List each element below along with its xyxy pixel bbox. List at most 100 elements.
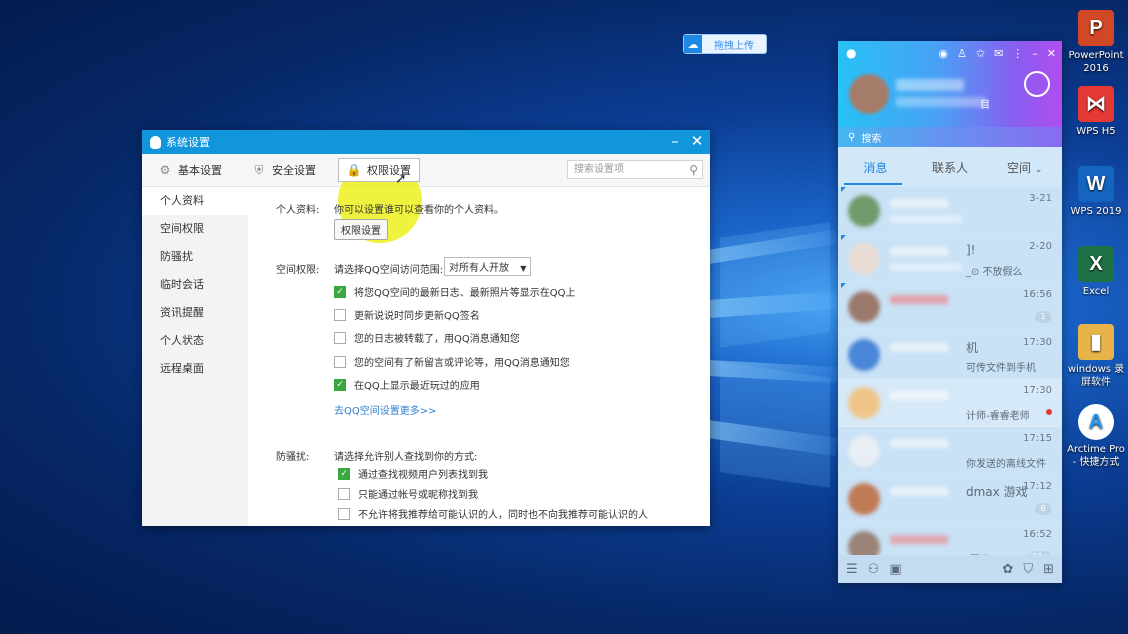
signature-end: 目 <box>980 100 990 111</box>
checkbox-label: 在QQ上显示最近玩过的应用 <box>354 381 480 392</box>
harass-option-checkbox[interactable]: ✓ 通过查找视频用户列表找到我 <box>338 466 488 481</box>
minimize-button[interactable]: – <box>666 132 684 150</box>
shield-icon: ⛨ <box>254 162 264 177</box>
sidebar-item-personal-status[interactable]: 个人状态 <box>142 327 248 355</box>
powerpoint-icon: P <box>1078 10 1114 46</box>
list-item[interactable]: 你发送的离线文件 17:15 <box>838 427 1062 475</box>
drag-upload-label: 拖拽上传 <box>714 40 754 52</box>
desktop-icon-wps-h5[interactable]: ⋈ WPS H5 <box>1066 86 1126 138</box>
space-scope-select[interactable]: 对所有人开放 ▼ <box>444 257 532 276</box>
list-item[interactable]: 16:56 1 <box>838 283 1062 331</box>
tab-messages[interactable]: 消息 <box>838 159 913 176</box>
desktop-icon-wps-2019[interactable]: W WPS 2019 <box>1066 166 1126 218</box>
contact-name-blurred <box>890 343 948 352</box>
settings-content: 个人资料: 你可以设置谁可以查看你的个人资料。 权限设置 空间权限: 请选择QQ… <box>248 187 710 526</box>
mail-icon[interactable]: ✉ <box>994 47 1003 60</box>
avatar <box>848 243 880 275</box>
minimize-button[interactable]: – <box>1032 47 1038 60</box>
list-item[interactable]: dmax 游戏 17:12 6 <box>838 475 1062 523</box>
harass-option-checkbox[interactable]: 不允许将我推荐给可能认识的人，同时也不向我推荐可能认识的人 <box>338 506 648 521</box>
checkbox-unchecked-icon <box>334 355 346 368</box>
settings-search-input[interactable]: 搜索设置项 ⚲ <box>567 160 703 179</box>
apps-grid-icon[interactable]: ⊞ <box>1043 562 1054 577</box>
desktop-icon-screen-recorder[interactable]: ▮ windows 录屏软件 <box>1066 324 1126 389</box>
space-option-checkbox[interactable]: 您的日志被转载了，用QQ消息通知您 <box>334 330 520 345</box>
wps-h5-icon: ⋈ <box>1078 86 1114 122</box>
sidebar-item-news-reminder[interactable]: 资讯提醒 <box>142 299 248 327</box>
camera-icon[interactable]: ◉ <box>938 47 948 60</box>
tab-space[interactable]: 空间 ⌄ <box>987 159 1062 176</box>
excel-icon: X <box>1078 246 1114 282</box>
active-tab-underline <box>844 183 902 185</box>
avatar <box>848 435 880 467</box>
qq-penguin-icon: ● <box>846 46 857 60</box>
desktop-icon-excel[interactable]: X Excel <box>1066 246 1126 298</box>
shirt-icon[interactable]: ♙ <box>957 47 967 60</box>
avatar[interactable] <box>849 74 889 114</box>
pin-marker <box>841 283 846 288</box>
file-icon[interactable]: ▣ <box>889 562 901 577</box>
space-option-checkbox[interactable]: 您的空间有了新留言或评论等，用QQ消息通知您 <box>334 354 570 369</box>
checkbox-label: 您的日志被转载了，用QQ消息通知您 <box>354 334 520 345</box>
security-icon[interactable]: ⛉ <box>1023 562 1033 577</box>
checkbox-unchecked-icon <box>334 308 346 321</box>
harass-option-checkbox[interactable]: 只能通过帐号或昵称找到我 <box>338 486 478 501</box>
space-option-checkbox[interactable]: ✓ 在QQ上显示最近玩过的应用 <box>334 377 480 392</box>
unread-badge: 6 <box>1035 503 1051 515</box>
weather-sun-icon[interactable] <box>1024 71 1050 97</box>
profile-section-label: 个人资料: <box>276 205 320 216</box>
checkbox-label: 不允许将我推荐给可能认识的人，同时也不向我推荐可能认识的人 <box>358 510 648 521</box>
unread-dot <box>1046 409 1052 415</box>
list-item[interactable]: 3-21 <box>838 187 1062 235</box>
desktop-icon-label: WPS 2019 <box>1070 206 1122 217</box>
more-icon[interactable]: ⋮ <box>1012 47 1023 60</box>
nickname-blurred <box>896 79 964 91</box>
list-item[interactable]: ]! _⊙ 不放假么 2-20 <box>838 235 1062 283</box>
desktop-icon-arctime[interactable]: A Arctime Pro - 快捷方式 <box>1066 404 1126 469</box>
contact-name-blurred <box>890 535 948 544</box>
list-item[interactable]: 机 可传文件到手机 17:30 <box>838 331 1062 379</box>
pin-marker <box>841 187 846 192</box>
close-button[interactable]: ✕ <box>688 132 706 150</box>
gear-icon: ⚙ <box>159 163 171 177</box>
cloud-icon: ☁ <box>684 35 702 53</box>
star-icon[interactable]: ✩ <box>976 47 985 60</box>
qq-search-input[interactable]: ⚲ 搜索 <box>838 127 1062 147</box>
search-placeholder: 搜索设置项 <box>574 164 624 175</box>
sidebar-item-profile[interactable]: 个人资料 <box>142 187 248 215</box>
sidebar-item-remote-desktop[interactable]: 远程桌面 <box>142 355 248 383</box>
settings-title: 系统设置 <box>166 136 210 149</box>
message-preview-partial: 计师-睿睿老师 <box>966 411 1030 422</box>
tab-permission-settings[interactable]: 🔒 权限设置 ➚ <box>338 158 420 187</box>
tab-basic-settings[interactable]: ⚙ 基本设置 <box>150 159 230 181</box>
space-more-settings-link[interactable]: 去QQ空间设置更多>> <box>334 402 437 417</box>
menu-icon[interactable]: ☰ <box>846 562 858 577</box>
sidebar-item-temp-session[interactable]: 临时会话 <box>142 271 248 299</box>
avatar <box>848 195 880 227</box>
desktop-icon-label: WPS H5 <box>1076 126 1116 137</box>
system-settings-window: 系统设置 – ✕ ⚙ 基本设置 ⛨ 安全设置 🔒 权限设置 ➚ 搜索设置项 ⚲ … <box>142 130 710 526</box>
contact-name-partial: 机 <box>966 341 979 355</box>
profile-permission-button[interactable]: 权限设置 <box>334 219 388 240</box>
sidebar-item-space-permission[interactable]: 空间权限 <box>142 215 248 243</box>
list-item[interactable]: 计师-睿睿老师 17:30 <box>838 379 1062 427</box>
checkbox-label: 将您QQ空间的最新日志、最新照片等显示在QQ上 <box>354 288 576 299</box>
space-option-checkbox[interactable]: 更新说说时同步更新QQ签名 <box>334 307 480 322</box>
message-time: 2-20 <box>1029 241 1052 252</box>
close-button[interactable]: ✕ <box>1047 47 1056 60</box>
drag-upload-button[interactable]: ☁ 拖拽上传 <box>683 34 767 54</box>
app-manager-icon[interactable]: ✿ <box>1002 562 1013 577</box>
contact-name-blurred <box>890 295 948 304</box>
desktop-icon-powerpoint[interactable]: P PowerPoint 2016 <box>1066 10 1126 75</box>
signature-blurred <box>896 97 986 107</box>
sidebar-item-anti-harass[interactable]: 防骚扰 <box>142 243 248 271</box>
tab-security-settings[interactable]: ⛨ 安全设置 <box>244 159 324 181</box>
pin-marker <box>841 235 846 240</box>
add-contact-icon[interactable]: ⚇ <box>868 562 880 577</box>
contact-name-blurred <box>890 247 948 256</box>
settings-tabbar: ⚙ 基本设置 ⛨ 安全设置 🔒 权限设置 ➚ 搜索设置项 ⚲ <box>142 154 710 243</box>
space-option-checkbox[interactable]: ✓ 将您QQ空间的最新日志、最新照片等显示在QQ上 <box>334 284 575 299</box>
tab-contacts[interactable]: 联系人 <box>913 159 988 176</box>
contact-name-blurred <box>890 487 948 496</box>
message-preview-blurred <box>890 215 962 223</box>
